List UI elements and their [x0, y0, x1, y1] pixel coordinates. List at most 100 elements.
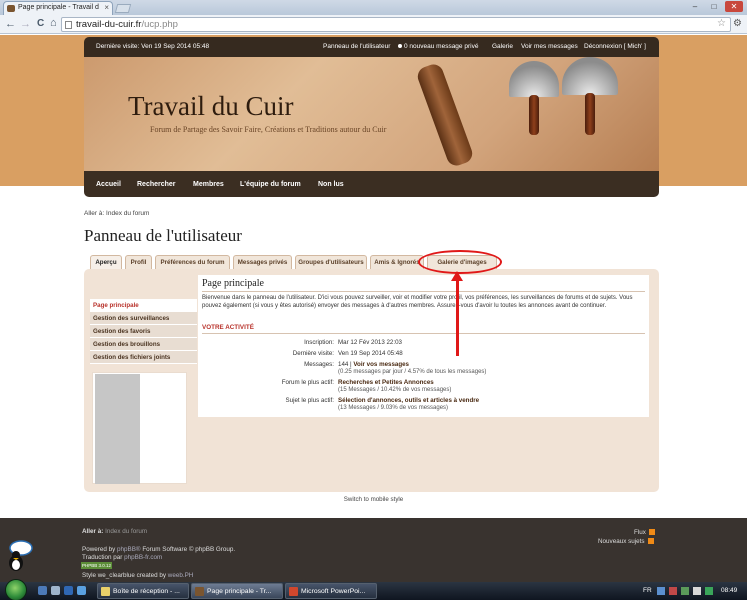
- rss-flux-link[interactable]: Flux: [634, 529, 655, 536]
- start-button[interactable]: [5, 579, 27, 600]
- phpbb-link[interactable]: phpBB®: [117, 546, 141, 553]
- bookmark-star-icon[interactable]: ☆: [717, 18, 726, 29]
- taskbar-item-powerpoint[interactable]: Microsoft PowerPoi...: [285, 583, 377, 599]
- side-placeholder-image: [95, 374, 140, 484]
- site-tagline: Forum de Partage des Savoir Faire, Créat…: [150, 125, 387, 134]
- nav-membres[interactable]: Membres: [193, 181, 224, 188]
- side-item-page-principale[interactable]: Page principale: [90, 299, 197, 312]
- forum-banner: Travail du Cuir Forum de Partage des Sav…: [84, 57, 659, 171]
- page-title: Panneau de l'utilisateur: [84, 226, 242, 245]
- divider: [202, 333, 645, 334]
- tray-icon[interactable]: [669, 587, 677, 595]
- tab-amis-ignores[interactable]: Amis & Ignorés: [370, 255, 424, 270]
- tab-close-icon[interactable]: ×: [104, 3, 109, 12]
- network-icon[interactable]: [705, 587, 713, 595]
- divider: [202, 291, 645, 292]
- tray-icon[interactable]: [657, 587, 665, 595]
- powered-rest: Forum Software © phpBB Group.: [142, 546, 236, 553]
- side-item-fichiers-joints[interactable]: Gestion des fichiers joints: [90, 351, 197, 364]
- url-path: /ucp.php: [141, 19, 178, 30]
- active-forum-value: Recherches et Petites Annonces: [338, 379, 434, 386]
- messages-label: Messages:: [304, 361, 334, 368]
- minimize-button[interactable]: –: [686, 1, 704, 12]
- ucp-side-nav: Page principale Gestion des surveillance…: [90, 299, 197, 364]
- taskbar-item-browser[interactable]: Page principale - Tr...: [191, 583, 283, 599]
- rss-icon: [648, 529, 655, 536]
- volume-icon[interactable]: [693, 587, 701, 595]
- active-forum-sub: (15 Messages / 10.42% de vos messages): [338, 387, 452, 393]
- address-bar[interactable]: travail-du-cuir.fr/ucp.php ☆: [61, 17, 731, 32]
- browser-tab[interactable]: Page principale - Travail d ×: [3, 1, 113, 15]
- system-tray: FR 08:49: [641, 582, 745, 600]
- nav-equipe[interactable]: L'équipe du forum: [240, 181, 301, 188]
- breadcrumb-link[interactable]: Index du forum: [106, 210, 149, 217]
- active-topic-link[interactable]: Sélection d'annonces, outils et articles…: [338, 397, 479, 404]
- powered-label: Powered by: [82, 546, 116, 553]
- tab-apercu[interactable]: Aperçu: [90, 255, 122, 270]
- browser-toolbar: ← → C ⌂ travail-du-cuir.fr/ucp.php ☆ ⚙: [0, 15, 747, 34]
- tab-profil[interactable]: Profil: [125, 255, 152, 270]
- new-tab-button[interactable]: [114, 4, 132, 13]
- nav-non-lus[interactable]: Non lus: [318, 181, 344, 188]
- side-item-favoris[interactable]: Gestion des favoris: [90, 325, 197, 338]
- logout-link[interactable]: Déconnexion [ Mich' ]: [584, 43, 646, 50]
- main-navbar: Accueil Rechercher Membres L'équipe du f…: [84, 171, 659, 197]
- view-messages-link[interactable]: Voir vos messages: [353, 361, 409, 368]
- favicon-icon: [7, 5, 15, 12]
- rss-icon: [647, 538, 654, 545]
- footer-jump-label: Aller à:: [82, 528, 104, 535]
- taskbar-item-inbox[interactable]: Boîte de réception - ...: [97, 583, 189, 599]
- last-visit-text: Dernière visite: Ven 19 Sep 2014 05:48: [96, 43, 210, 50]
- nav-accueil[interactable]: Accueil: [96, 181, 121, 188]
- last-visit-label: Dernière visite:: [292, 350, 334, 357]
- mobile-style-link[interactable]: Switch to mobile style: [0, 496, 747, 503]
- tray-icon[interactable]: [681, 587, 689, 595]
- close-window-button[interactable]: ✕: [725, 1, 743, 12]
- tab-preferences[interactable]: Préférences du forum: [155, 255, 230, 270]
- forward-icon[interactable]: →: [20, 18, 31, 30]
- penguin-mascot-icon: [9, 540, 33, 571]
- reload-icon[interactable]: C: [37, 18, 44, 29]
- messages-count: 144 |: [338, 361, 352, 368]
- home-icon[interactable]: ⌂: [50, 17, 57, 29]
- quicklaunch-icon-4[interactable]: [77, 586, 86, 595]
- footer-jump-link[interactable]: Index du forum: [105, 528, 147, 535]
- side-item-brouillons[interactable]: Gestion des brouillons: [90, 338, 197, 351]
- forum-topbar: Dernière visite: Ven 19 Sep 2014 05:48 P…: [84, 37, 659, 57]
- quicklaunch-icon-2[interactable]: [51, 586, 60, 595]
- phpbb-badge[interactable]: PHPBB 3.0.12: [81, 562, 112, 569]
- site-title[interactable]: Travail du Cuir: [128, 91, 294, 122]
- rss-new-topics-link[interactable]: Nouveaux sujets: [598, 538, 654, 545]
- translation-link[interactable]: phpBB-fr.com: [124, 554, 162, 561]
- new-pm-link[interactable]: 0 nouveau message privé: [398, 43, 478, 50]
- gallery-link[interactable]: Galerie: [492, 43, 513, 50]
- last-visit-value: Ven 19 Sep 2014 05:48: [338, 350, 403, 357]
- style-author-link[interactable]: weeb.PH: [168, 572, 194, 579]
- ucp-main-content: Page principale Bienvenue dans le pannea…: [198, 275, 649, 417]
- browser-tab-bar: Page principale - Travail d × – □ ✕: [0, 0, 747, 15]
- clock[interactable]: 08:49: [721, 587, 737, 594]
- breadcrumb: Aller à: Index du forum: [84, 210, 149, 217]
- side-item-surveillances[interactable]: Gestion des surveillances: [90, 312, 197, 325]
- active-forum-label: Forum le plus actif:: [281, 379, 334, 386]
- active-forum-link[interactable]: Recherches et Petites Annonces: [338, 379, 434, 386]
- pm-dot-icon: [398, 44, 402, 49]
- annotation-arrow-line: [456, 278, 459, 356]
- quicklaunch-icon-1[interactable]: [38, 586, 47, 595]
- quicklaunch-icon-3[interactable]: [64, 586, 73, 595]
- user-panel-link[interactable]: Panneau de l'utilisateur: [323, 43, 390, 50]
- os-taskbar: Boîte de réception - ... Page principale…: [0, 579, 747, 600]
- my-posts-link[interactable]: Voir mes messages: [521, 43, 578, 50]
- page-icon: [65, 21, 72, 29]
- tab-groupes[interactable]: Groupes d'utilisateurs: [295, 255, 367, 270]
- translation-label: Traduction par: [82, 554, 123, 561]
- nav-rechercher[interactable]: Rechercher: [137, 181, 176, 188]
- language-indicator[interactable]: FR: [643, 587, 652, 594]
- back-icon[interactable]: ←: [5, 18, 16, 30]
- maximize-button[interactable]: □: [705, 1, 723, 12]
- round-knife-icon-2: [562, 57, 618, 135]
- messages-value: 144 | Voir vos messages: [338, 361, 409, 368]
- wrench-icon[interactable]: ⚙: [733, 18, 742, 29]
- style-label: Style we_clearblue created by: [82, 572, 167, 579]
- tab-messages-prives[interactable]: Messages privés: [233, 255, 292, 270]
